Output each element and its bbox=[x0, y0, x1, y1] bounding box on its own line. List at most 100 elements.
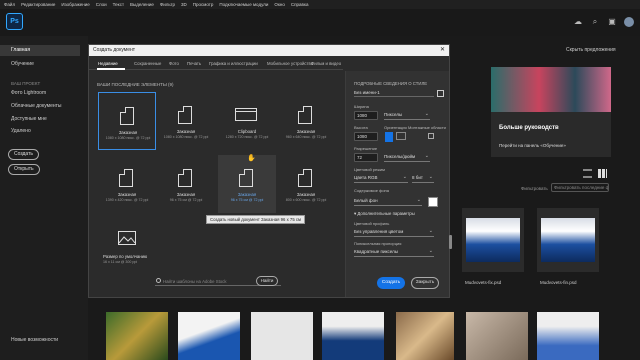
preset-card[interactable]: Заказная 1390 x 420 пикс. @ 72 ppi bbox=[98, 155, 156, 213]
preset-name: Заказная bbox=[176, 192, 196, 197]
menu-select[interactable]: Выделение bbox=[130, 2, 154, 7]
preset-card[interactable]: Заказная 960 x 640 пикс. @ 72 ppi bbox=[277, 92, 335, 150]
tab-saved[interactable]: Сохраненные bbox=[134, 61, 161, 66]
preset-card[interactable]: Заказная 1080 x 1080 пикс. @ 72 ppi bbox=[157, 92, 215, 150]
portrait-orientation-button[interactable] bbox=[385, 132, 393, 142]
recent-file-thumb[interactable] bbox=[537, 208, 599, 272]
menu-image[interactable]: Изображение bbox=[61, 2, 89, 7]
promo-link[interactable]: Перейти на панель «Обучение» bbox=[499, 143, 566, 148]
advanced-options-toggle[interactable]: ▾ Дополнительные параметры bbox=[354, 211, 415, 217]
promo-card[interactable]: Больше руководств Перейти на панель «Обу… bbox=[491, 67, 611, 157]
photoshop-logo: Ps bbox=[6, 13, 23, 30]
document-icon bbox=[119, 169, 133, 187]
resolution-unit-select[interactable]: Пикселы/дюйм bbox=[384, 152, 430, 162]
tab-recent[interactable]: Недавние bbox=[98, 61, 118, 66]
recent-file-thumb[interactable] bbox=[251, 312, 313, 360]
menu-help[interactable]: Справка bbox=[291, 2, 309, 7]
menu-file[interactable]: Файл bbox=[4, 2, 15, 7]
tab-film[interactable]: Фильм и видео bbox=[311, 61, 341, 66]
recent-file-thumb[interactable] bbox=[178, 312, 240, 360]
details-scrollbar[interactable] bbox=[449, 235, 452, 249]
recent-file-thumb[interactable] bbox=[462, 208, 524, 272]
preset-meta: 16 x 11 см @ 300 ppi bbox=[103, 260, 138, 264]
sidebar-item-cloud-docs[interactable]: Облачные документы bbox=[11, 103, 62, 109]
menu-type[interactable]: Текст bbox=[113, 2, 124, 7]
hide-suggestions-link[interactable]: Скрыть предложения bbox=[566, 47, 616, 53]
background-color-swatch[interactable] bbox=[428, 197, 438, 207]
menu-plugins[interactable]: Подключаемые модули bbox=[219, 2, 268, 7]
width-unit-select[interactable]: Пикселы bbox=[384, 110, 430, 120]
clipboard-doc-icon bbox=[235, 108, 257, 121]
close-dialog-button[interactable]: Закрыть bbox=[411, 277, 439, 289]
width-input[interactable]: 1080 bbox=[354, 111, 378, 120]
preset-card[interactable]: Заказная 800 x 600 пикс. @ 72 ppi bbox=[277, 155, 335, 213]
create-document-button[interactable]: Создать bbox=[377, 277, 405, 289]
promo-image bbox=[491, 67, 611, 112]
cloud-icon[interactable]: ☁ bbox=[573, 17, 583, 27]
width-label: Ширина bbox=[354, 104, 369, 109]
preset-card[interactable]: Clipboard 1280 x 720 пикс. @ 72 ppi bbox=[218, 92, 276, 150]
sidebar-item-deleted[interactable]: Удалено bbox=[11, 128, 31, 134]
preset-meta: 1080 x 1080 пикс. @ 72 ppi bbox=[105, 136, 151, 140]
search-icon[interactable]: ⌕ bbox=[590, 17, 600, 27]
preset-card[interactable]: Заказная 96 x 75 см @ 72 ppi bbox=[157, 155, 215, 213]
recent-file-thumb[interactable] bbox=[106, 312, 168, 360]
preset-card[interactable]: Размер по умолчанию 16 x 11 см @ 300 ppi bbox=[98, 217, 168, 275]
color-profile-select[interactable]: Без управления цветом bbox=[354, 227, 434, 237]
menu-window[interactable]: Окно bbox=[274, 2, 284, 7]
details-heading: ПОДРОБНЫЕ СВЕДЕНИЯ О СТИЛЕ bbox=[354, 81, 428, 86]
tab-print[interactable]: Печать bbox=[187, 61, 201, 66]
file-preview bbox=[466, 218, 520, 262]
whats-new-link[interactable]: Новые возможности bbox=[11, 337, 58, 343]
sidebar-item-home[interactable]: Главная bbox=[0, 45, 80, 56]
artboards-label: Монтажные области bbox=[408, 125, 446, 130]
background-select[interactable]: Белый фон bbox=[354, 196, 422, 206]
landscape-orientation-button[interactable] bbox=[396, 132, 406, 140]
create-button[interactable]: Создать bbox=[8, 149, 40, 160]
document-name-field[interactable]: Без имени-1 bbox=[354, 89, 434, 97]
bit-depth-select[interactable]: 8 бит bbox=[412, 173, 434, 183]
sidebar-item-lightroom[interactable]: Фото Lightroom bbox=[11, 90, 46, 96]
color-mode-select[interactable]: Цвета RGB bbox=[354, 173, 408, 183]
menu-3d[interactable]: 3D bbox=[181, 2, 187, 7]
save-preset-icon[interactable] bbox=[437, 90, 444, 97]
sidebar-item-learn[interactable]: Обучение bbox=[11, 61, 34, 67]
tab-photo[interactable]: Фото bbox=[169, 61, 179, 66]
list-view-icon[interactable] bbox=[583, 169, 592, 178]
recent-file-thumb[interactable] bbox=[322, 312, 384, 360]
recent-file-thumb[interactable] bbox=[396, 312, 454, 360]
stock-search-button[interactable]: Найти bbox=[256, 276, 278, 286]
preset-meta: 800 x 600 пикс. @ 72 ppi bbox=[285, 198, 327, 202]
preset-card-hovered[interactable]: Заказная 96 x 75 см @ 72 ppi bbox=[218, 155, 276, 213]
artboards-checkbox[interactable] bbox=[428, 133, 434, 139]
active-tab-indicator bbox=[97, 68, 125, 70]
preset-meta: 1280 x 720 пикс. @ 72 ppi bbox=[225, 135, 269, 139]
advanced-options-label: Дополнительные параметры bbox=[357, 211, 415, 216]
recent-file-thumb[interactable] bbox=[466, 312, 528, 360]
grid-view-icon[interactable] bbox=[598, 169, 607, 178]
menu-edit[interactable]: Редактирование bbox=[21, 2, 55, 7]
height-input[interactable]: 1080 bbox=[354, 132, 378, 141]
recent-file-thumb[interactable] bbox=[537, 312, 599, 360]
color-mode-label: Цветовой режим bbox=[354, 167, 385, 172]
pixel-aspect-select[interactable]: Квадратные пикселы bbox=[354, 247, 434, 257]
document-icon bbox=[298, 106, 312, 124]
tab-art[interactable]: Графика и иллюстрации bbox=[209, 61, 258, 66]
menu-filter[interactable]: Фильтр bbox=[160, 2, 175, 7]
close-icon[interactable]: ✕ bbox=[440, 45, 445, 56]
menu-view[interactable]: Просмотр bbox=[193, 2, 214, 7]
gift-icon[interactable]: ▣ bbox=[607, 17, 617, 27]
color-profile-label: Цветовой профиль bbox=[354, 221, 390, 226]
recent-file-name[interactable]: Mudvovets-fin.psd bbox=[540, 280, 577, 285]
sidebar-item-shared[interactable]: Доступные мне bbox=[11, 116, 47, 122]
menu-layers[interactable]: Слои bbox=[96, 2, 107, 7]
filter-input[interactable]: Фильтровать последние файлы bbox=[551, 183, 609, 192]
recent-file-name[interactable]: Mudvovets-fix.psd bbox=[465, 280, 501, 285]
preset-name: Заказная bbox=[296, 192, 316, 197]
open-button[interactable]: Открыть bbox=[8, 164, 40, 175]
tab-mobile[interactable]: Мобильное устройство bbox=[267, 61, 313, 66]
resolution-input[interactable]: 72 bbox=[354, 153, 378, 162]
preset-card[interactable]: Заказная 1080 x 1080 пикс. @ 72 ppi bbox=[98, 92, 156, 150]
avatar[interactable] bbox=[624, 17, 634, 27]
top-bar: Ps ☁ ⌕ ▣ bbox=[0, 9, 640, 36]
